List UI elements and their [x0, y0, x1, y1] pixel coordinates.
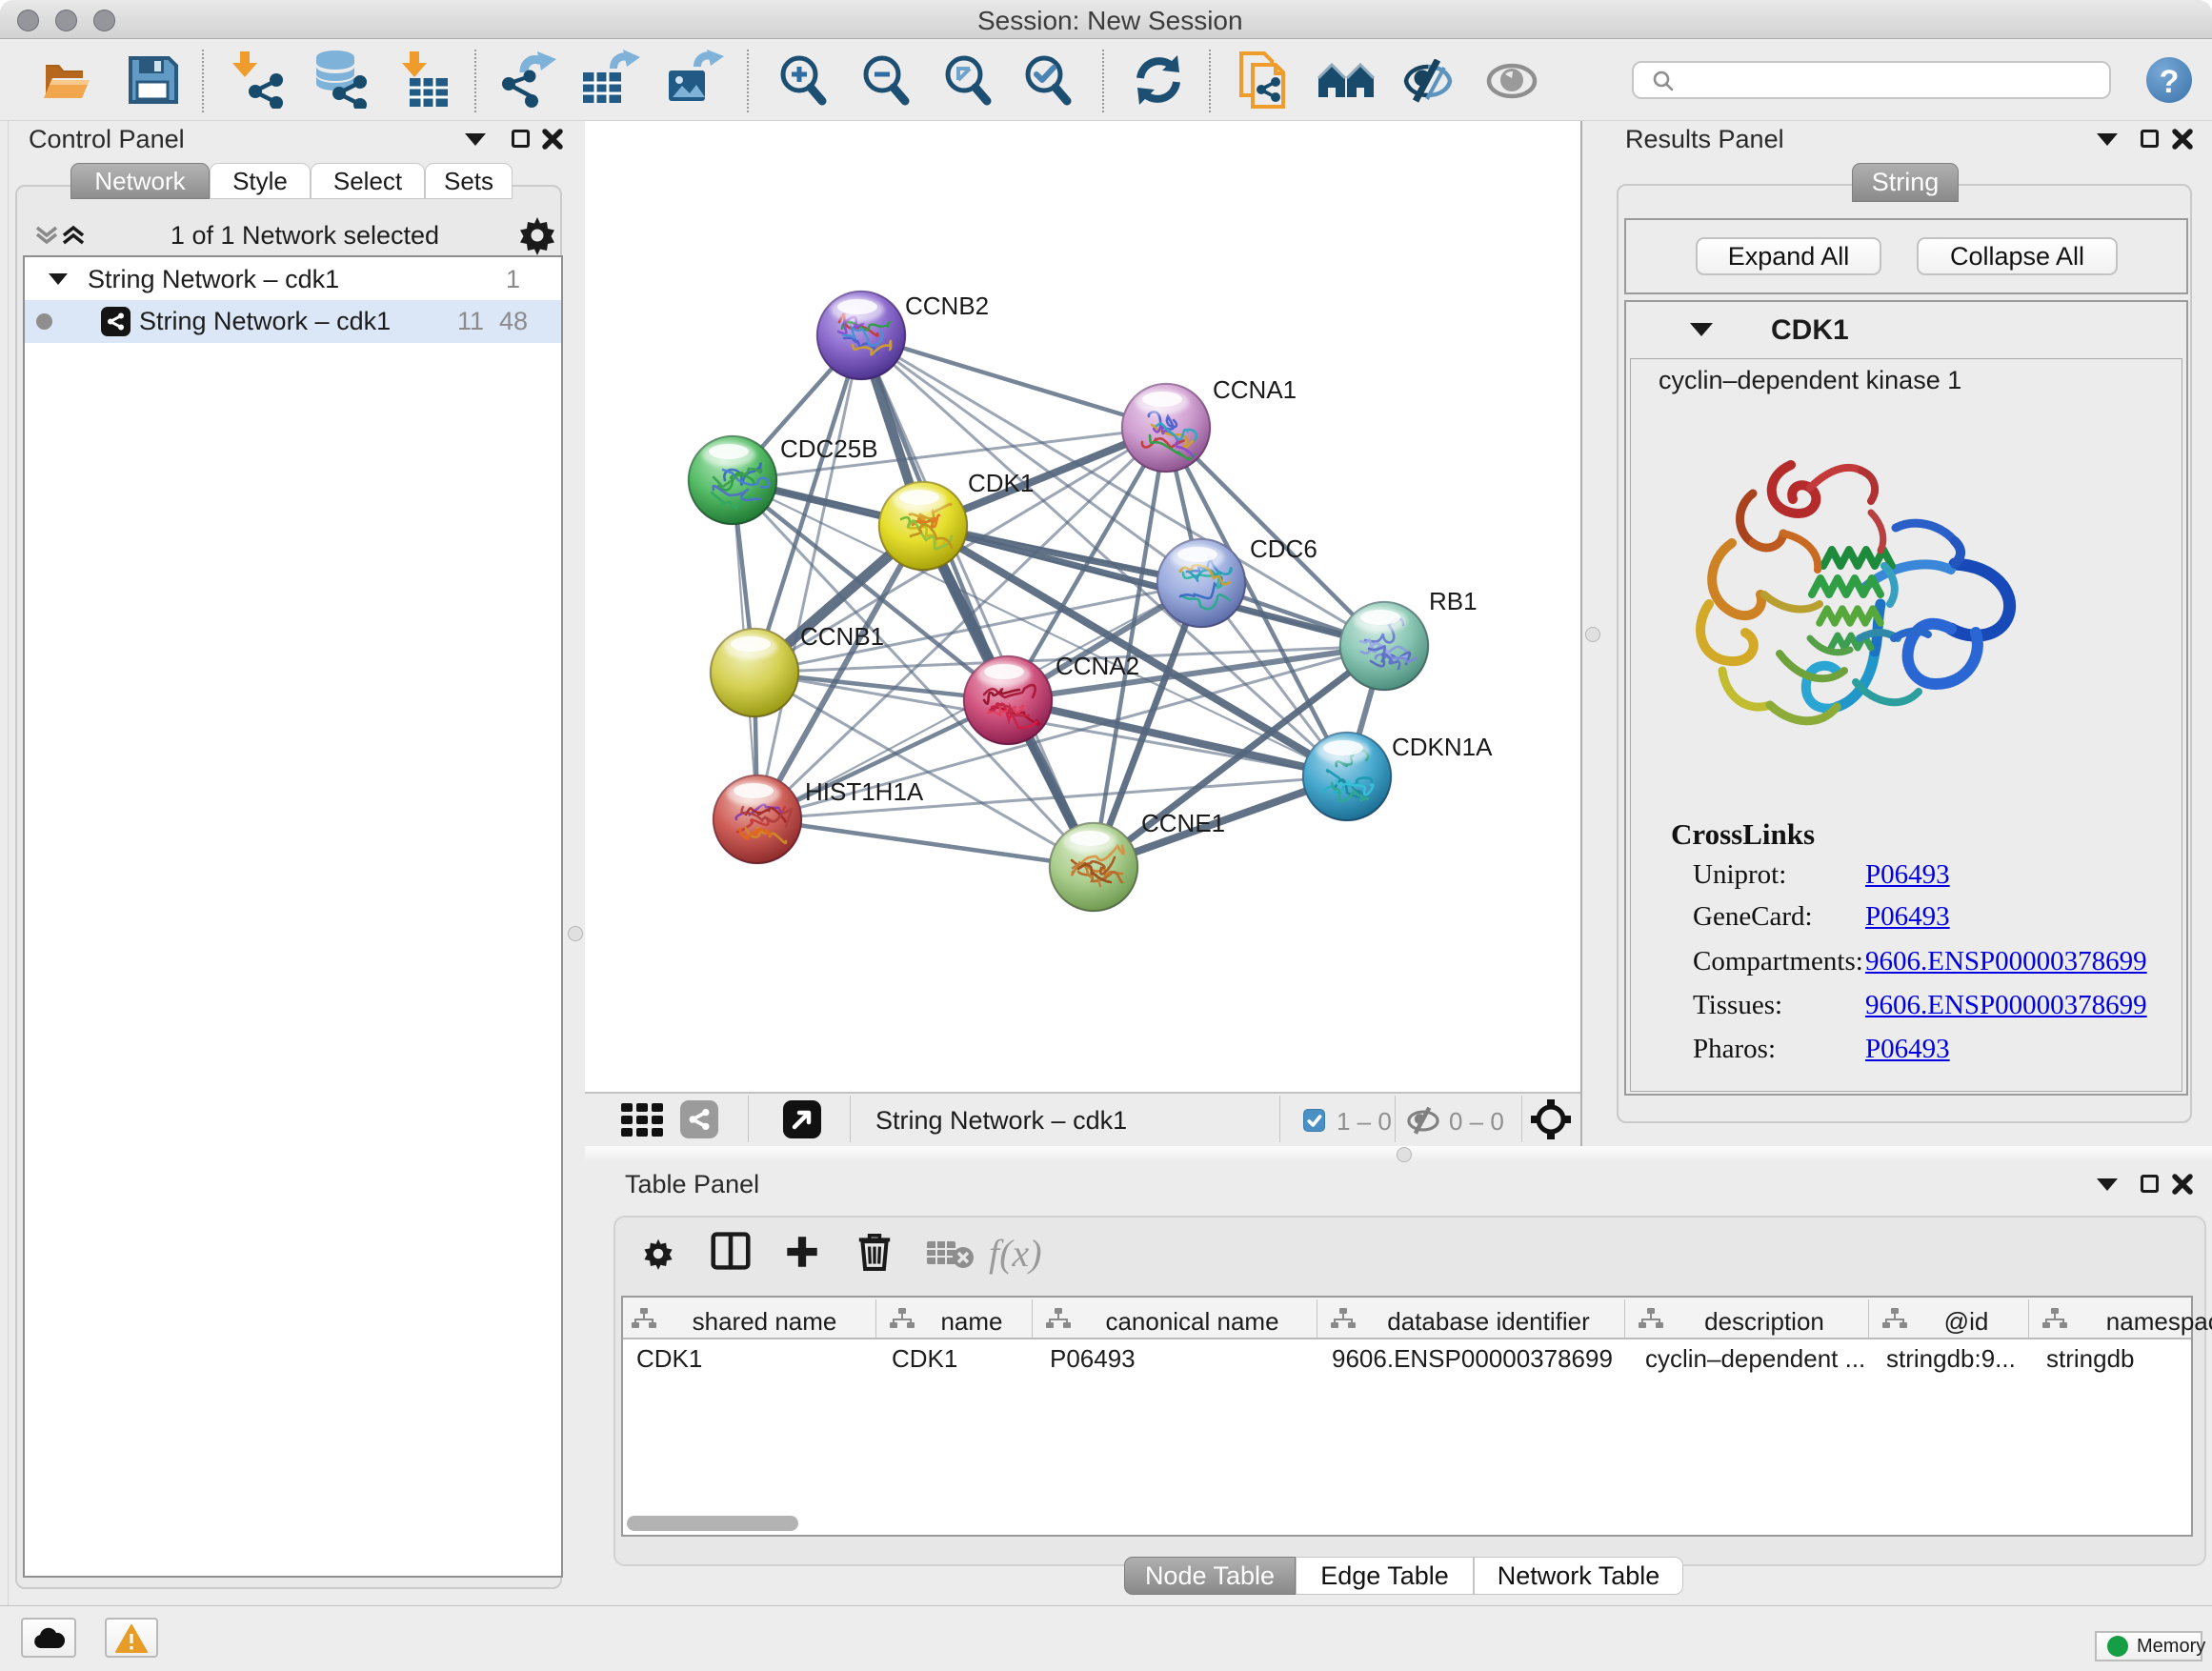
svg-text:CCNB1: CCNB1: [800, 622, 884, 651]
svg-text:CDKN1A: CDKN1A: [1392, 733, 1493, 761]
svg-text:CCNB2: CCNB2: [905, 292, 989, 320]
svg-text:CCNA2: CCNA2: [1056, 652, 1139, 680]
svg-text:CDC6: CDC6: [1250, 534, 1317, 563]
svg-text:RB1: RB1: [1429, 587, 1478, 615]
svg-text:CCNE1: CCNE1: [1141, 809, 1225, 837]
svg-text:CCNA1: CCNA1: [1213, 375, 1297, 404]
svg-text:HIST1H1A: HIST1H1A: [805, 777, 924, 806]
svg-text:CDK1: CDK1: [968, 469, 1034, 497]
svg-text:CDC25B: CDC25B: [780, 434, 878, 463]
